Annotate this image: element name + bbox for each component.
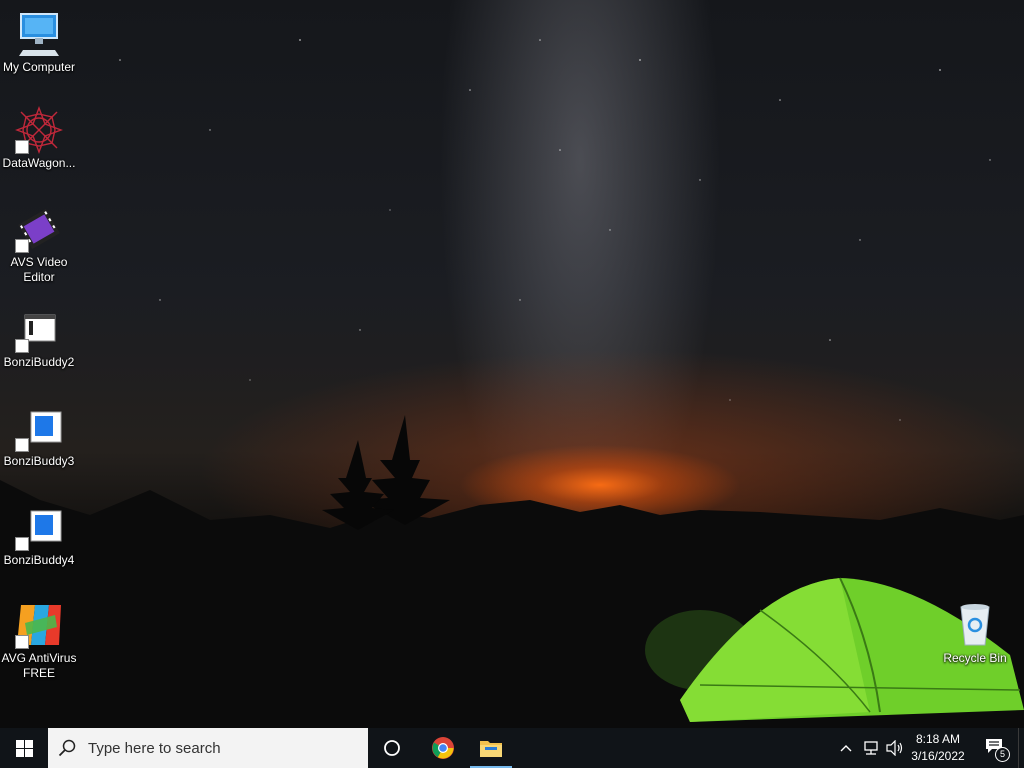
- clock-date: 3/16/2022: [911, 749, 965, 763]
- desktop-icon-label: BonziBuddy3: [3, 454, 75, 468]
- shortcut-arrow-icon: [15, 438, 29, 452]
- show-desktop-button[interactable]: [1018, 728, 1024, 768]
- avg-logo-icon: [15, 601, 63, 649]
- shortcut-arrow-icon: [15, 239, 29, 253]
- monitor-icon: [15, 10, 63, 58]
- desktop[interactable]: My Computer DataWagon... AVS Video Edito…: [0, 0, 1024, 728]
- taskbar-file-explorer-button[interactable]: [470, 728, 512, 768]
- desktop-icon-avs-video-editor[interactable]: AVS Video Editor: [0, 205, 78, 285]
- window-icon: [15, 305, 63, 353]
- network-icon: [864, 741, 878, 755]
- speaker-icon: [886, 740, 903, 756]
- taskbar-chrome-button[interactable]: [422, 728, 464, 768]
- taskbar: 8:18 AM 3/16/2022 5: [0, 728, 1024, 768]
- chevron-up-icon: [840, 745, 852, 752]
- red-star-icon: [15, 106, 63, 154]
- desktop-icon-label: Recycle Bin: [943, 651, 1007, 665]
- chrome-icon: [432, 737, 454, 759]
- desktop-icon-datawagon[interactable]: DataWagon...: [0, 106, 78, 171]
- notification-count-badge: 5: [995, 747, 1010, 762]
- desktop-icon-avg-antivirus[interactable]: AVG AntiVirus FREE: [0, 601, 78, 681]
- desktop-icon-label: My Computer: [2, 60, 76, 74]
- desktop-icon-label: AVG AntiVirus FREE: [1, 651, 77, 680]
- start-button[interactable]: [0, 728, 48, 768]
- desktop-icon-bonzibuddy2[interactable]: BonziBuddy2: [0, 305, 78, 370]
- desktop-icon-label: BonziBuddy4: [3, 553, 75, 567]
- desktop-icon-recycle-bin[interactable]: Recycle Bin: [936, 601, 1014, 666]
- action-center-button[interactable]: 5: [978, 728, 1014, 768]
- search-input[interactable]: [86, 738, 350, 758]
- recycle-bin-icon: [951, 601, 999, 649]
- desktop-icon-label: DataWagon...: [2, 156, 76, 170]
- clock-time: 8:18 AM: [915, 732, 961, 746]
- folder-icon: [480, 741, 502, 757]
- desktop-icon-my-computer[interactable]: My Computer: [0, 10, 78, 75]
- volume-button[interactable]: [884, 728, 906, 768]
- shortcut-arrow-icon: [15, 537, 29, 551]
- cortana-circle-icon: [384, 740, 400, 756]
- shortcut-arrow-icon: [15, 635, 29, 649]
- taskbar-clock[interactable]: 8:18 AM 3/16/2022: [904, 728, 972, 768]
- shortcut-arrow-icon: [15, 339, 29, 353]
- wallpaper-night-camping: [0, 39, 1024, 728]
- blue-window-icon: [15, 503, 63, 551]
- network-button[interactable]: [860, 728, 882, 768]
- windows-logo-icon: [15, 739, 33, 757]
- taskbar-search-box[interactable]: [48, 728, 368, 768]
- search-icon: [58, 739, 76, 757]
- desktop-icon-label: BonziBuddy2: [3, 355, 75, 369]
- desktop-icon-label: AVS Video Editor: [10, 255, 68, 284]
- shortcut-arrow-icon: [15, 140, 29, 154]
- cortana-button[interactable]: [372, 728, 412, 768]
- show-hidden-icons-button[interactable]: [836, 728, 856, 768]
- desktop-icon-bonzibuddy3[interactable]: BonziBuddy3: [0, 404, 78, 469]
- blue-window-icon: [15, 404, 63, 452]
- film-strip-icon: [15, 205, 63, 253]
- desktop-icon-bonzibuddy4[interactable]: BonziBuddy4: [0, 503, 78, 568]
